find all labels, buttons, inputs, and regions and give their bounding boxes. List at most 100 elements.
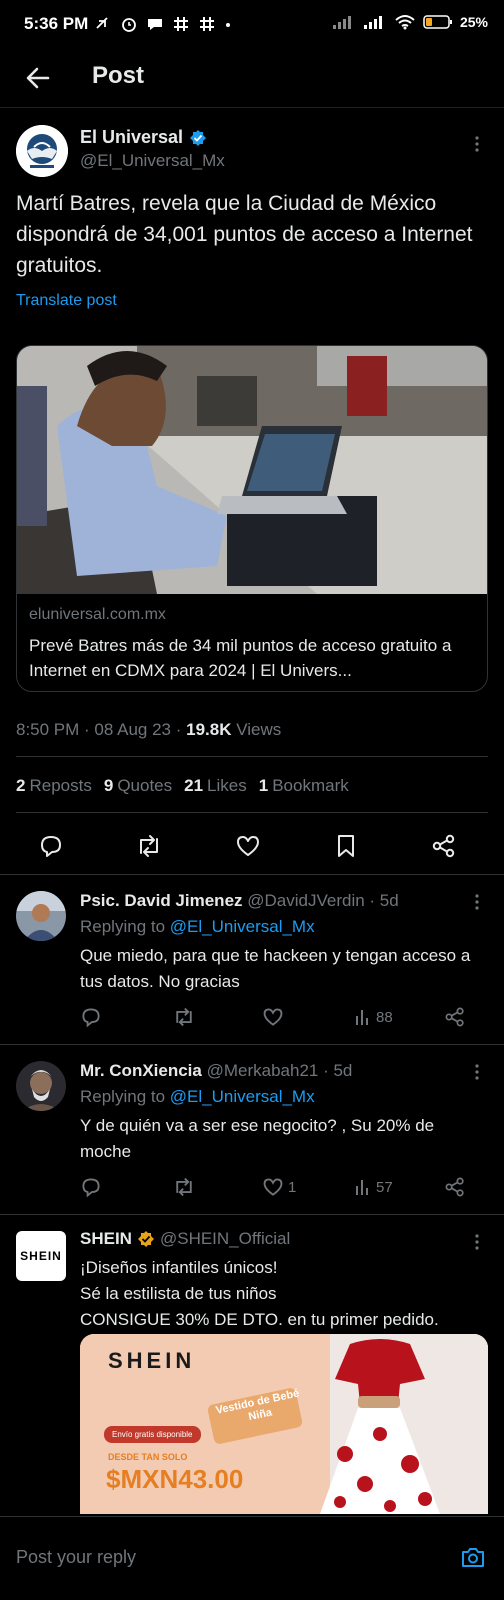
heart-icon: [263, 1178, 283, 1196]
heart-icon: [263, 1008, 283, 1026]
quotes-count: 9: [103, 776, 114, 795]
slack-icon-2: [200, 17, 214, 31]
ad-author-handle[interactable]: @SHEIN_Official: [160, 1229, 290, 1249]
status-bar: 5:36 PM 25%: [0, 0, 504, 50]
camera-button[interactable]: [460, 1545, 486, 1569]
bookmarks-count: 1: [258, 776, 269, 795]
reply-input[interactable]: Post your reply: [16, 1547, 136, 1568]
like-button[interactable]: [262, 1003, 288, 1031]
reply-avatar[interactable]: [16, 1061, 66, 1111]
share-button[interactable]: [444, 1003, 466, 1031]
reply-author-handle[interactable]: @Merkabah21: [207, 1061, 319, 1080]
reply-author-name[interactable]: Psic. David Jimenez: [80, 891, 243, 910]
repost-button[interactable]: [129, 826, 169, 866]
repost-button[interactable]: [172, 1173, 196, 1201]
divider: [16, 756, 488, 757]
bookmark-button[interactable]: [326, 826, 366, 866]
author-avatar[interactable]: [16, 125, 68, 177]
replying-to-label: Replying to: [80, 917, 170, 936]
reply-author-handle[interactable]: @DavidJVerdin: [247, 891, 364, 910]
reply-button[interactable]: [80, 1173, 102, 1201]
ad-banner-image[interactable]: SHEIN Vestido de Bebé Niña Envío gratis …: [80, 1334, 488, 1514]
replying-to-handle[interactable]: @El_Universal_Mx: [170, 1087, 315, 1106]
reply-icon: [82, 1178, 100, 1198]
reply-more-button[interactable]: [474, 1063, 480, 1081]
bookmarks-label: Bookmark: [272, 776, 349, 795]
more-notifications-dot: [226, 23, 230, 27]
back-button[interactable]: [24, 64, 52, 92]
views-count: 57: [376, 1178, 393, 1196]
reply-button[interactable]: [80, 1003, 102, 1031]
reply-item[interactable]: Mr. ConXiencia @Merkabah21 · 5d Replying…: [0, 1044, 504, 1214]
post-timestamp: 8:50 PM · 08 Aug 23 ·: [16, 720, 187, 739]
post-more-button[interactable]: [474, 135, 480, 153]
more-vertical-icon: [475, 1234, 479, 1250]
reply-age: · 5d: [318, 1061, 353, 1080]
likes-stat[interactable]: 21 Likes: [184, 776, 247, 796]
ad-line-3: CONSIGUE 30% DE DTO. en tu primer pedido…: [80, 1310, 439, 1329]
heart-icon: [237, 836, 259, 856]
link-card-title: Prevé Batres más de 34 mil puntos de acc…: [29, 636, 452, 680]
ad-line-1: ¡Diseños infantiles únicos!: [80, 1258, 278, 1277]
reply-button[interactable]: [31, 826, 71, 866]
repost-button[interactable]: [172, 1003, 196, 1031]
repost-icon: [140, 835, 158, 857]
like-button[interactable]: [228, 826, 268, 866]
ad-banner-from: DESDE TAN SOLO: [108, 1452, 188, 1462]
share-button[interactable]: [424, 826, 464, 866]
ad-more-button[interactable]: [474, 1233, 480, 1251]
views-button[interactable]: 88: [354, 1003, 393, 1031]
ad-line-2: Sé la estilista de tus niños: [80, 1284, 277, 1303]
share-icon: [445, 1007, 464, 1027]
reposts-stat[interactable]: 2 Reposts: [16, 776, 92, 796]
alarm-icon: [122, 18, 136, 32]
reply-actions: 88: [80, 1003, 480, 1031]
reply-more-button[interactable]: [474, 893, 480, 911]
reply-icon: [82, 1008, 100, 1028]
views-count: 88: [376, 1008, 393, 1026]
ad-avatar[interactable]: SHEIN: [16, 1231, 66, 1281]
views-count: 19.8K: [186, 720, 232, 739]
post-actions: [16, 826, 488, 866]
post-stats: 2 Reposts 9 Quotes 21 Likes 1 Bookmark: [16, 776, 349, 796]
system-icons: 25%: [332, 14, 488, 30]
views-button[interactable]: 57: [354, 1173, 393, 1201]
author-name[interactable]: El Universal: [80, 127, 207, 148]
quotes-label: Quotes: [117, 776, 173, 795]
quotes-stat[interactable]: 9 Quotes: [104, 776, 172, 796]
post-meta: 8:50 PM · 08 Aug 23 · 19.8K Views: [16, 720, 281, 740]
replying-to-handle[interactable]: @El_Universal_Mx: [170, 917, 315, 936]
post-text: Martí Batres, revela que la Ciudad de Mé…: [16, 192, 473, 277]
link-card-image: [17, 346, 487, 594]
reply-age: · 5d: [364, 891, 399, 910]
status-time: 5:36 PM: [24, 14, 89, 33]
page-title: Post: [92, 62, 145, 89]
top-app-bar: Post: [0, 50, 504, 108]
views-icon: [356, 1010, 368, 1025]
bookmarks-stat[interactable]: 1 Bookmark: [259, 776, 349, 796]
likes-count: 21: [184, 776, 204, 795]
reply-item[interactable]: Psic. David Jimenez @DavidJVerdin · 5d R…: [0, 874, 504, 1044]
like-button[interactable]: 1: [262, 1173, 296, 1201]
share-icon: [432, 834, 455, 858]
reposts-label: Reposts: [29, 776, 92, 795]
avatar-photo: [16, 891, 66, 941]
man-with-laptop-photo: [17, 346, 487, 594]
reply-header: Mr. ConXiencia @Merkabah21 · 5d: [80, 1061, 352, 1081]
reply-actions: 1 57: [80, 1173, 480, 1201]
shein-logo-text: SHEIN: [20, 1249, 62, 1263]
ad-author-name[interactable]: SHEIN: [80, 1229, 132, 1249]
share-button[interactable]: [444, 1173, 466, 1201]
translate-post-link[interactable]: Translate post: [16, 292, 117, 310]
link-card[interactable]: eluniversal.com.mx Prevé Batres más de 3…: [16, 345, 488, 692]
reply-author-name[interactable]: Mr. ConXiencia: [80, 1061, 202, 1080]
verified-gold-badge-icon: [137, 1231, 154, 1247]
battery-level: 25: [459, 14, 476, 30]
author-handle[interactable]: @El_Universal_Mx: [80, 151, 225, 171]
reply-avatar[interactable]: [16, 891, 66, 941]
ad-text: ¡Diseños infantiles únicos! Sé la estili…: [80, 1255, 500, 1333]
divider: [16, 812, 488, 813]
share-icon: [445, 1177, 464, 1197]
ad-banner-price: $MXN43.00: [106, 1464, 244, 1494]
views-label: Views: [231, 720, 282, 739]
